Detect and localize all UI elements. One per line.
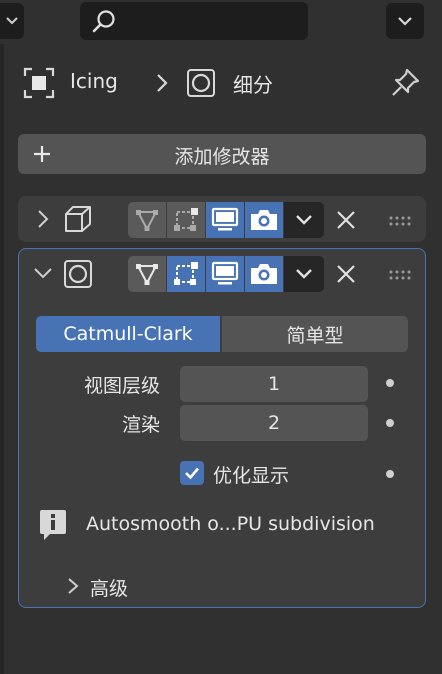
advanced-chevron-icon[interactable] — [66, 576, 80, 600]
checkmark-icon — [185, 467, 199, 480]
mode-option-simple[interactable]: 简单型 — [222, 316, 408, 352]
subdivision-circle-icon — [63, 259, 93, 293]
close-x-icon[interactable] — [334, 208, 358, 236]
expand-chevron-icon[interactable] — [34, 208, 52, 234]
chevron-down-icon — [6, 17, 18, 25]
add-modifier-button[interactable]: 添加修改器 — [18, 134, 426, 174]
camera-icon — [251, 264, 277, 284]
modifier-toggles-expanded — [128, 256, 324, 292]
info-icon — [38, 508, 68, 546]
modifier-menu-dropdown[interactable] — [284, 256, 324, 292]
edit-mode-triangle-icon — [136, 264, 158, 286]
cube-icon — [62, 203, 94, 239]
viewport-toggle[interactable] — [206, 202, 244, 238]
keyframe-dot-icon[interactable] — [386, 419, 394, 427]
render-toggle[interactable] — [245, 256, 283, 292]
edit-mode-toggle[interactable] — [128, 202, 166, 238]
on-cage-toggle[interactable] — [167, 256, 205, 292]
monitor-icon — [211, 207, 239, 231]
viewport-levels-field[interactable]: 1 — [180, 366, 368, 402]
on-cage-toggle[interactable] — [167, 202, 205, 238]
edit-mode-triangle-icon — [136, 210, 158, 232]
chevron-down-icon — [296, 215, 312, 225]
collapse-chevron-icon[interactable] — [32, 264, 54, 286]
pin-icon[interactable] — [390, 66, 422, 102]
editor-type-dropdown[interactable] — [0, 3, 24, 39]
subdivision-mode-selector: Catmull-Clark 简单型 — [36, 316, 408, 352]
render-levels-field[interactable]: 2 — [180, 405, 368, 441]
add-modifier-label: 添加修改器 — [174, 146, 270, 168]
breadcrumb-object-name: Icing — [70, 69, 118, 93]
modifier-toggles-collapsed — [128, 202, 324, 238]
drag-handle-icon[interactable] — [388, 266, 414, 285]
camera-icon — [251, 210, 277, 230]
viewport-levels-label: 视图层级 — [83, 375, 160, 397]
info-message: Autosmooth o...PU subdivision — [86, 513, 375, 535]
close-x-icon[interactable] — [334, 262, 358, 290]
render-toggle[interactable] — [245, 202, 283, 238]
chevron-down-icon — [296, 269, 312, 279]
optimal-display-label[interactable]: 优化显示 — [213, 461, 289, 488]
drag-handle-icon[interactable] — [388, 212, 414, 231]
magnifier-icon — [92, 10, 115, 33]
viewport-toggle[interactable] — [206, 256, 244, 292]
breadcrumb-chevron-icon — [154, 72, 170, 98]
advanced-section-label[interactable]: 高级 — [90, 574, 128, 601]
on-cage-icon — [174, 262, 198, 285]
keyframe-dot-icon[interactable] — [386, 470, 394, 478]
object-square-icon — [22, 66, 56, 100]
subdivision-circle-icon — [186, 68, 216, 102]
keyframe-dot-icon[interactable] — [386, 379, 394, 387]
on-cage-icon — [174, 208, 198, 231]
monitor-icon — [211, 261, 239, 285]
modifier-menu-dropdown[interactable] — [284, 202, 324, 238]
render-levels-label: 渲染 — [121, 414, 160, 436]
edit-mode-toggle[interactable] — [128, 256, 166, 292]
search-input[interactable] — [80, 2, 308, 40]
optimal-display-checkbox[interactable] — [180, 461, 204, 485]
chevron-down-icon — [398, 17, 412, 26]
mode-option-catmull-clark[interactable]: Catmull-Clark — [36, 316, 220, 352]
options-dropdown[interactable] — [386, 3, 424, 39]
left-edge-divider — [0, 44, 4, 674]
breadcrumb-modifier-name: 细分 — [233, 73, 273, 97]
